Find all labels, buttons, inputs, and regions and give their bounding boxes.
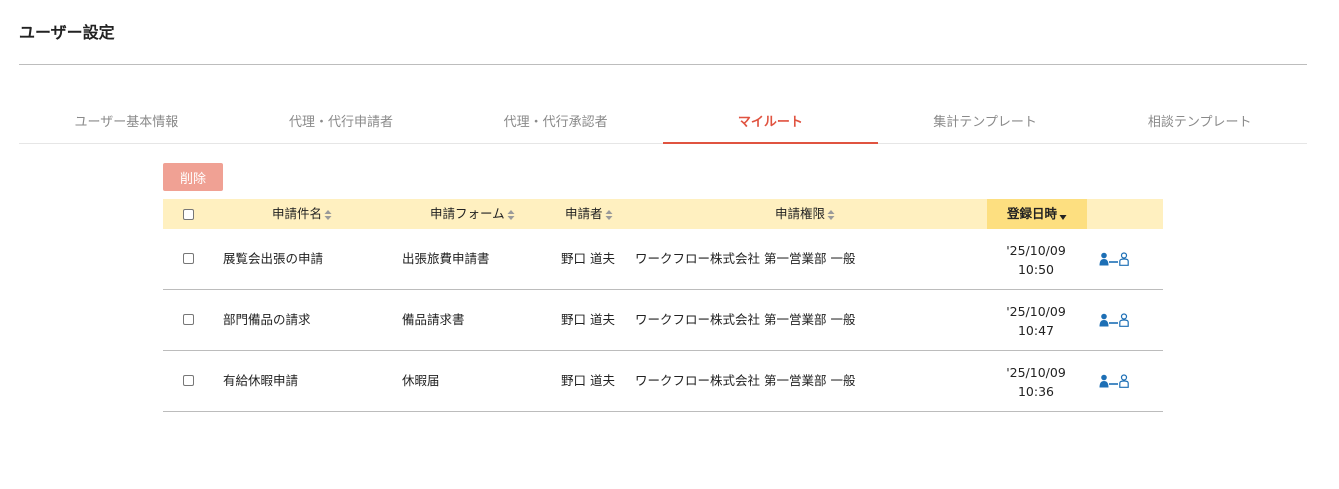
tab-user-basic-info[interactable]: ユーザー基本情報	[19, 110, 234, 143]
tab-proxy-approvers[interactable]: 代理・代行承認者	[448, 110, 663, 143]
subject-cell: 有給休暇申請	[223, 373, 299, 388]
row-checkbox[interactable]	[183, 375, 194, 386]
registered-time: 10:47	[1017, 323, 1055, 338]
sort-icon	[827, 209, 835, 220]
user-route-icon[interactable]	[1099, 252, 1129, 266]
authority-cell: ワークフロー株式会社 第一営業部 一般	[635, 251, 856, 266]
table-row[interactable]: 部門備品の請求 備品請求書 野口 道夫 ワークフロー株式会社 第一営業部 一般 …	[163, 290, 1163, 351]
registered-date: '25/10/09	[1006, 365, 1066, 380]
delete-button[interactable]: 削除	[163, 163, 223, 191]
applicant-cell: 野口 道夫	[561, 373, 615, 388]
my-route-table: 申請件名 申請フォーム 申請者 申請権限 登録日時 展覧会出張の申請 出張旅費申…	[163, 199, 1163, 412]
form-cell: 出張旅費申請書	[402, 251, 490, 266]
row-checkbox[interactable]	[183, 253, 194, 264]
tab-aggregate-templates[interactable]: 集計テンプレート	[878, 110, 1093, 143]
column-header-applicant-label: 申請者	[565, 206, 603, 221]
user-route-icon[interactable]	[1099, 374, 1129, 388]
column-header-form-label: 申請フォーム	[430, 206, 505, 221]
table-row[interactable]: 有給休暇申請 休暇届 野口 道夫 ワークフロー株式会社 第一営業部 一般 '25…	[163, 351, 1163, 412]
select-all-checkbox[interactable]	[183, 209, 194, 220]
sort-icon	[605, 209, 613, 220]
column-header-registered[interactable]: 登録日時	[987, 199, 1087, 229]
subject-cell: 展覧会出張の申請	[223, 251, 324, 266]
authority-cell: ワークフロー株式会社 第一営業部 一般	[635, 312, 856, 327]
registered-time: 10:36	[1017, 384, 1055, 399]
sort-icon	[324, 209, 332, 220]
authority-cell: ワークフロー株式会社 第一営業部 一般	[635, 373, 856, 388]
registered-date: '25/10/09	[1006, 243, 1066, 258]
column-header-subject-label: 申請件名	[272, 206, 323, 221]
registered-cell: '25/10/09 10:50	[986, 241, 1086, 279]
column-header-registered-label: 登録日時	[1006, 206, 1057, 221]
applicant-cell: 野口 道夫	[561, 251, 615, 266]
form-cell: 休暇届	[402, 373, 440, 388]
column-header-authority[interactable]: 申請権限	[775, 199, 835, 229]
tab-consult-templates[interactable]: 相談テンプレート	[1092, 110, 1307, 143]
column-header-applicant[interactable]: 申請者	[565, 199, 613, 229]
tab-my-route[interactable]: マイルート	[663, 110, 878, 144]
registered-time: 10:50	[1017, 262, 1055, 277]
column-header-subject[interactable]: 申請件名	[272, 199, 332, 229]
applicant-cell: 野口 道夫	[561, 312, 615, 327]
tab-bar: ユーザー基本情報 代理・代行申請者 代理・代行承認者 マイルート 集計テンプレー…	[19, 110, 1307, 144]
row-checkbox[interactable]	[183, 314, 194, 325]
column-header-form[interactable]: 申請フォーム	[430, 199, 515, 229]
subject-cell: 部門備品の請求	[223, 312, 311, 327]
registered-cell: '25/10/09 10:47	[986, 302, 1086, 340]
user-route-icon[interactable]	[1099, 313, 1129, 327]
form-cell: 備品請求書	[402, 312, 465, 327]
table-row[interactable]: 展覧会出張の申請 出張旅費申請書 野口 道夫 ワークフロー株式会社 第一営業部 …	[163, 229, 1163, 290]
column-header-authority-label: 申請権限	[775, 206, 826, 221]
page-title: ユーザー設定	[19, 23, 115, 42]
sort-icon	[507, 209, 515, 220]
sort-desc-icon	[1059, 214, 1067, 220]
tab-proxy-applicants[interactable]: 代理・代行申請者	[234, 110, 449, 143]
registered-cell: '25/10/09 10:36	[986, 363, 1086, 401]
title-divider	[19, 64, 1307, 65]
table-header: 申請件名 申請フォーム 申請者 申請権限 登録日時	[163, 199, 1163, 229]
registered-date: '25/10/09	[1006, 304, 1066, 319]
